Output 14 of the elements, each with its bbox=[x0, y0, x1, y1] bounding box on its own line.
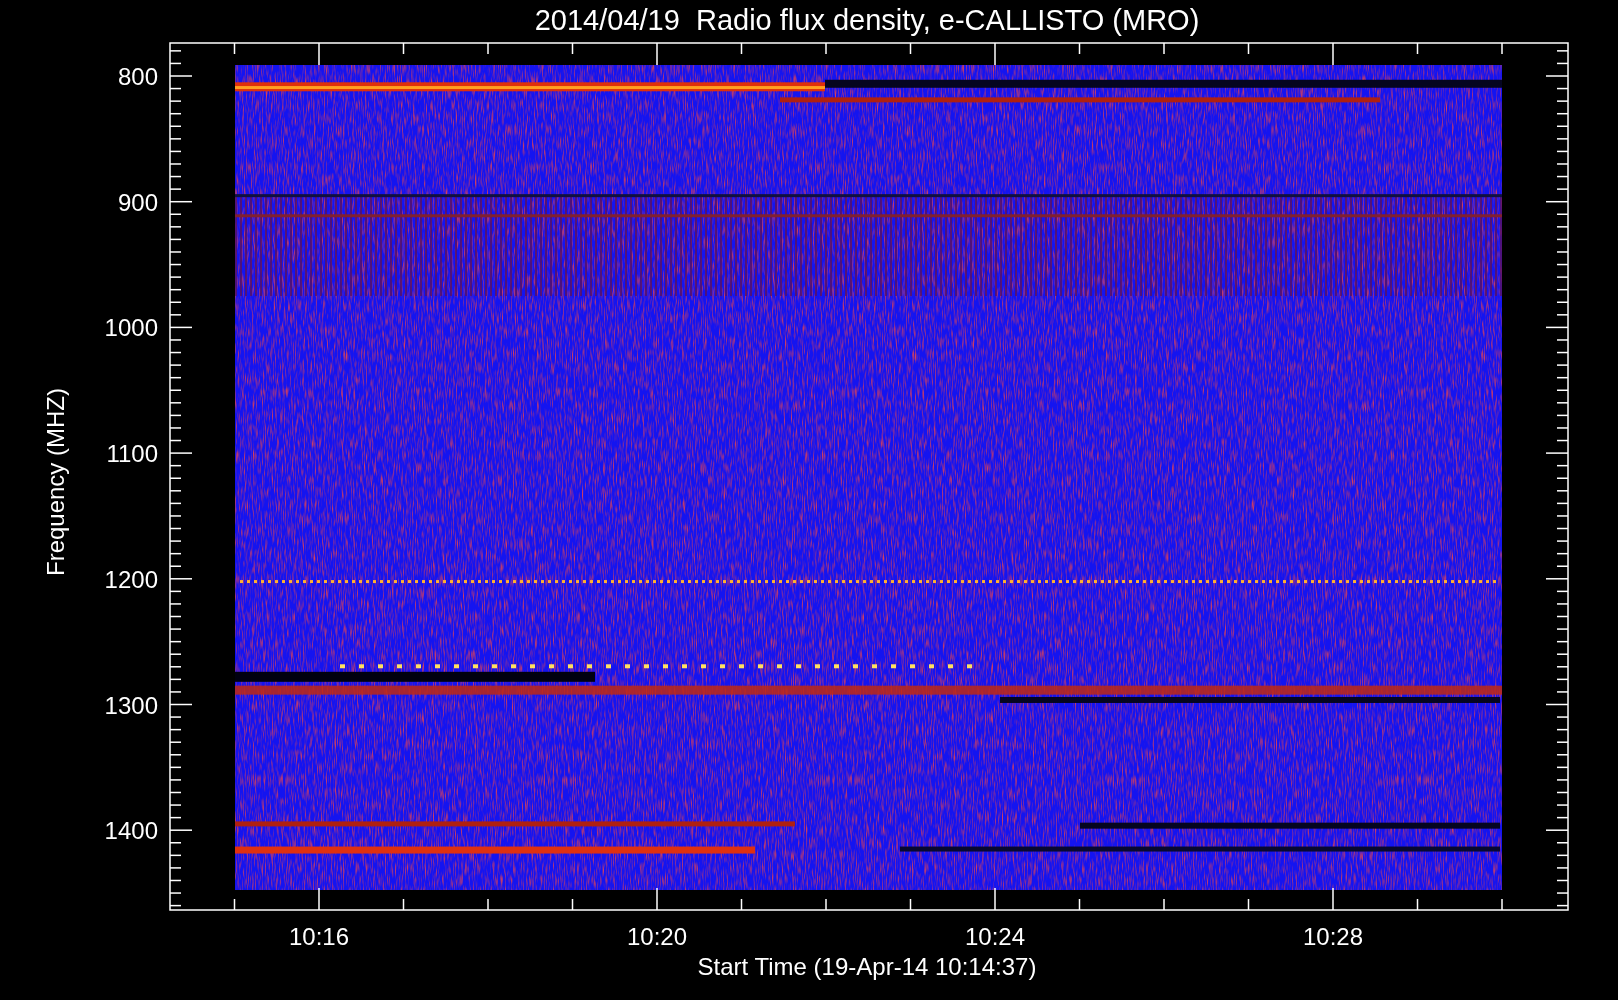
tick-label: 800 bbox=[117, 63, 158, 90]
tick-label: 10:16 bbox=[288, 923, 350, 950]
tick-label: 900 bbox=[117, 188, 158, 216]
axis-label: Start Time (19-Apr-14 10:14:37) bbox=[697, 953, 1037, 980]
axis-label: Frequency (MHZ) bbox=[42, 388, 69, 576]
tick-label: 1200 bbox=[104, 565, 158, 593]
tick-label: 1000 bbox=[104, 314, 158, 342]
plot-title: 2014/04/19 Radio flux density, e-CALLISTO (MRO) bbox=[534, 4, 1200, 36]
tick-label: 1400 bbox=[104, 817, 158, 845]
tick-label: 10:28 bbox=[1302, 923, 1364, 950]
tick-label: 10:24 bbox=[964, 923, 1026, 950]
tick-label: 10:20 bbox=[626, 923, 688, 950]
tick-label: 1100 bbox=[106, 440, 158, 468]
tick-label: 1300 bbox=[104, 691, 158, 719]
